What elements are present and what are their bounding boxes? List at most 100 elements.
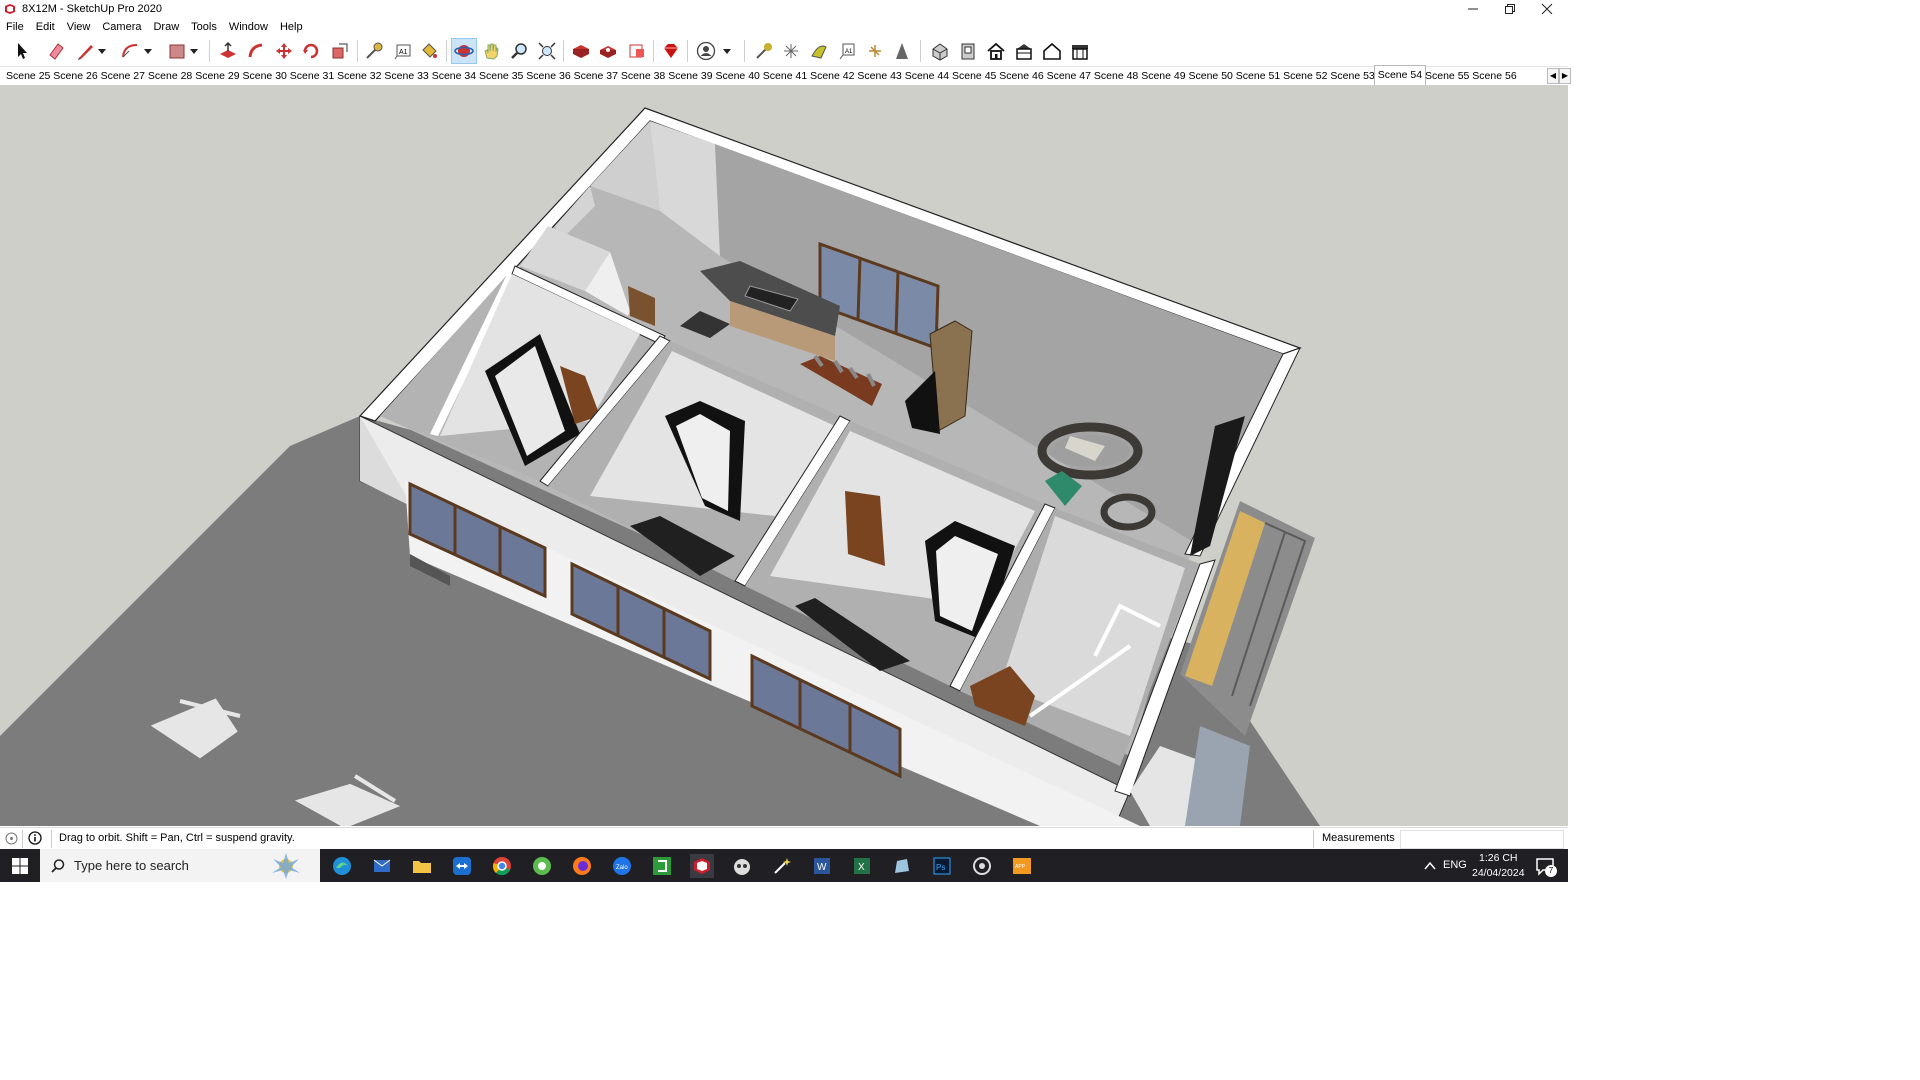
taskbar-firefox[interactable] [570, 854, 594, 878]
drawing-viewport[interactable] [0, 86, 1568, 826]
scene-tab[interactable]: Scene 54 [1373, 65, 1427, 85]
menu-window[interactable]: Window [223, 21, 274, 33]
scene-tab[interactable]: Scene 53 [1330, 68, 1374, 84]
iso-view-button[interactable] [927, 38, 953, 64]
menu-file[interactable]: File [0, 21, 30, 33]
taskbar-obs[interactable] [970, 854, 994, 878]
taskbar-teamviewer[interactable] [450, 854, 474, 878]
rotate-tool-button[interactable] [298, 38, 324, 64]
scene-tab[interactable]: Scene 29 [195, 68, 239, 84]
scene-tab[interactable]: Scene 44 [905, 68, 949, 84]
info-icon[interactable] [28, 831, 42, 848]
tape-measure-tool-button[interactable] [361, 38, 387, 64]
taskbar-pen[interactable] [890, 854, 914, 878]
add-detail-button[interactable] [889, 38, 915, 64]
drape-button[interactable] [862, 38, 888, 64]
scene-tab[interactable]: Scene 43 [857, 68, 901, 84]
zoom-extents-tool-button[interactable] [534, 38, 560, 64]
restore-button[interactable] [1492, 0, 1528, 18]
scene-tab[interactable]: Scene 41 [763, 68, 807, 84]
menu-draw[interactable]: Draw [147, 21, 185, 33]
scene-tab[interactable]: Scene 31 [290, 68, 334, 84]
zoom-tool-button[interactable] [506, 38, 532, 64]
taskbar-outlook[interactable] [370, 854, 394, 878]
scene-tab[interactable]: Scene 51 [1236, 68, 1280, 84]
clock-time[interactable]: 1:26 CH [1479, 852, 1518, 864]
taskbar-word[interactable]: W [810, 854, 834, 878]
scene-scroll-right-button[interactable]: ▶ [1559, 68, 1571, 84]
scene-tab[interactable]: Scene 26 [53, 68, 97, 84]
menu-help[interactable]: Help [274, 21, 309, 33]
taskbar-magic[interactable] [770, 854, 794, 878]
scene-tab[interactable]: Scene 32 [337, 68, 381, 84]
front-view-button[interactable] [983, 38, 1009, 64]
rectangle-dropdown[interactable] [187, 38, 201, 64]
taskbar-sketchup[interactable] [690, 854, 714, 878]
scene-tab[interactable]: Scene 47 [1047, 68, 1091, 84]
ruby-console-button[interactable] [658, 38, 684, 64]
account-button[interactable] [693, 38, 719, 64]
geo-location-icon[interactable] [5, 832, 18, 848]
warehouse-button[interactable] [568, 38, 594, 64]
extension-warehouse-button[interactable] [595, 38, 621, 64]
select-tool-button[interactable] [9, 38, 35, 64]
scene-tab[interactable]: Scene 52 [1283, 68, 1327, 84]
sandbox-contours-button[interactable] [751, 38, 777, 64]
scene-tab[interactable]: Scene 45 [952, 68, 996, 84]
scene-tab[interactable]: Scene 33 [384, 68, 428, 84]
scene-tab[interactable]: Scene 39 [668, 68, 712, 84]
show-hidden-icons-button[interactable] [1418, 854, 1442, 878]
line-dropdown[interactable] [95, 38, 109, 64]
text-tool-button[interactable]: A1 [390, 38, 416, 64]
arc-dropdown[interactable] [141, 38, 155, 64]
input-language[interactable]: ENG [1443, 859, 1467, 871]
sandbox-scratch-button[interactable] [778, 38, 804, 64]
menu-camera[interactable]: Camera [96, 21, 147, 33]
scene-tab[interactable]: Scene 28 [148, 68, 192, 84]
scene-tab[interactable]: Scene 56 [1472, 68, 1516, 84]
stamp-button[interactable]: A1 [835, 38, 861, 64]
scene-tab[interactable]: Scene 42 [810, 68, 854, 84]
follow-me-tool-button[interactable] [243, 38, 269, 64]
scene-tab[interactable]: Scene 37 [574, 68, 618, 84]
scene-tab[interactable]: Scene 50 [1189, 68, 1233, 84]
taskbar-search-box[interactable]: Type here to search [40, 849, 320, 882]
menu-tools[interactable]: Tools [185, 21, 223, 33]
taskbar-excel[interactable]: X [850, 854, 874, 878]
taskbar-vmware[interactable] [730, 854, 754, 878]
taskbar-zalo-pc[interactable]: APP [1010, 854, 1034, 878]
move-tool-button[interactable] [271, 38, 297, 64]
scene-tab[interactable]: Scene 48 [1094, 68, 1138, 84]
right-view-button[interactable] [1011, 38, 1037, 64]
scene-tab[interactable]: Scene 30 [243, 68, 287, 84]
scene-tab[interactable]: Scene 49 [1141, 68, 1185, 84]
scene-tab[interactable]: Scene 34 [432, 68, 476, 84]
left-view-button[interactable] [1067, 38, 1093, 64]
start-button[interactable] [8, 854, 32, 878]
scene-tab[interactable]: Scene 46 [999, 68, 1043, 84]
back-view-button[interactable] [1039, 38, 1065, 64]
scene-tab[interactable]: Scene 55 [1425, 68, 1469, 84]
scene-tab[interactable]: Scene 27 [101, 68, 145, 84]
top-view-button[interactable] [955, 38, 981, 64]
taskbar-chrome[interactable] [490, 854, 514, 878]
clock-date[interactable]: 24/04/2024 [1472, 867, 1525, 879]
paint-bucket-tool-button[interactable] [416, 38, 442, 64]
taskbar-camtasia[interactable] [650, 854, 674, 878]
menu-view[interactable]: View [61, 21, 97, 33]
eraser-tool-button[interactable] [43, 38, 69, 64]
menu-edit[interactable]: Edit [30, 21, 61, 33]
scene-tab[interactable]: Scene 40 [716, 68, 760, 84]
orbit-tool-button[interactable] [451, 38, 477, 64]
scene-tab[interactable]: Scene 38 [621, 68, 665, 84]
pan-tool-button[interactable] [478, 38, 504, 64]
push-pull-tool-button[interactable] [215, 38, 241, 64]
taskbar-photoshop[interactable]: Ps [930, 854, 954, 878]
account-dropdown[interactable] [720, 38, 734, 64]
scene-tab[interactable]: Scene 25 [6, 68, 50, 84]
send-to-layout-button[interactable] [624, 38, 650, 64]
arc-tool-button[interactable] [117, 38, 143, 64]
taskbar-edge[interactable] [330, 854, 354, 878]
scene-tab[interactable]: Scene 35 [479, 68, 523, 84]
close-button[interactable] [1529, 0, 1565, 18]
